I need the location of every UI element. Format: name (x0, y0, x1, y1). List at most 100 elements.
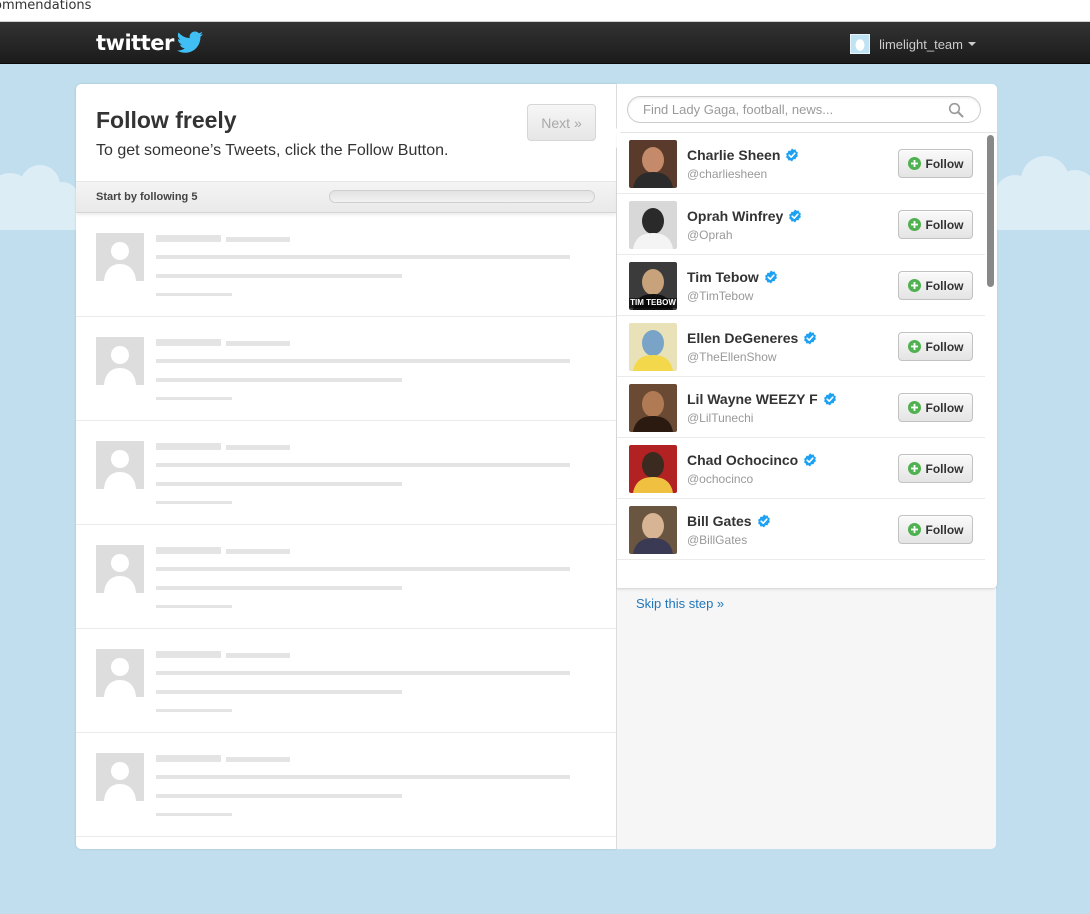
placeholder-text-bar (156, 567, 570, 571)
verified-badge-icon (764, 270, 777, 284)
placeholder-name-bar (156, 755, 221, 762)
account-name: limelight_team (879, 36, 963, 52)
user-handle: @LilTunechi (687, 411, 754, 425)
follow-button[interactable]: Follow (898, 332, 973, 361)
verified-badge-icon (789, 209, 802, 223)
placeholder-name-bar (156, 547, 221, 554)
follow-button[interactable]: Follow (898, 149, 973, 178)
user-suggestion-row: Bill Gates @BillGates Follow (617, 499, 985, 560)
user-name[interactable]: Charlie Sheen (687, 147, 799, 163)
follow-label: Follow (925, 400, 964, 415)
progress-label: Start by following 5 (96, 191, 198, 203)
placeholder-text-bar (156, 463, 570, 467)
placeholder-meta-bar (156, 501, 232, 504)
twitter-logo[interactable]: twitter (96, 29, 204, 57)
plus-icon (907, 523, 921, 536)
user-avatar[interactable] (629, 201, 677, 249)
plus-icon (907, 462, 921, 475)
suggestions-panel: Charlie Sheen@charliesheenFollowOprah Wi… (616, 84, 997, 849)
plus-icon (907, 401, 921, 414)
placeholder-text-bar (156, 482, 402, 486)
user-name-text: Oprah Winfrey (687, 208, 784, 224)
plus-icon (907, 218, 921, 231)
user-avatar[interactable]: TIM TEBOW (629, 262, 677, 310)
user-name[interactable]: Chad Ochocinco (687, 452, 817, 468)
user-avatar[interactable] (629, 384, 677, 432)
follow-label: Follow (925, 339, 964, 354)
placeholder-handle-bar (226, 445, 290, 450)
user-name[interactable]: Tim Tebow (687, 269, 778, 285)
user-handle: @Oprah (687, 228, 733, 242)
user-avatar[interactable] (629, 140, 677, 188)
user-name-text: Tim Tebow (687, 269, 759, 285)
skip-step-link[interactable]: Skip this step » (636, 596, 724, 611)
search-icon[interactable] (948, 102, 964, 118)
user-suggestion-row: Oprah Winfrey @Oprah Follow (617, 194, 985, 255)
user-avatar[interactable] (629, 323, 677, 371)
user-name-text: Bill Gates (687, 513, 752, 529)
follow-button[interactable]: Follow (898, 515, 973, 544)
scrollbar[interactable] (986, 133, 995, 589)
placeholder-name-bar (156, 235, 221, 242)
account-avatar (850, 34, 871, 54)
follow-button[interactable]: Follow (898, 210, 973, 239)
placeholder-name-bar (156, 651, 221, 658)
placeholder-text-bar (156, 274, 402, 278)
default-avatar-icon (96, 753, 144, 801)
placeholder-meta-bar (156, 397, 232, 400)
user-name-text: Lil Wayne WEEZY F (687, 391, 818, 407)
follow-button[interactable]: Follow (898, 393, 973, 422)
verified-badge-icon (804, 453, 817, 467)
follow-button[interactable]: Follow (898, 454, 973, 483)
placeholder-row (76, 525, 616, 629)
user-name[interactable]: Lil Wayne WEEZY F (687, 391, 837, 407)
placeholder-handle-bar (226, 341, 290, 346)
placeholder-name-bar (156, 443, 221, 450)
browser-tab-title: ommendations (0, 0, 92, 13)
user-name[interactable]: Bill Gates (687, 513, 771, 529)
egg-icon (855, 38, 865, 51)
placeholder-text-bar (156, 586, 402, 590)
user-suggestion-row: Lil Wayne WEEZY F @LilTunechi Follow (617, 377, 985, 438)
placeholder-meta-bar (156, 293, 232, 296)
placeholder-text-bar (156, 690, 402, 694)
default-avatar-icon (96, 337, 144, 385)
placeholder-text-bar (156, 794, 402, 798)
follow-label: Follow (925, 522, 964, 537)
follow-freely-panel: Follow freely To get someone’s Tweets, c… (76, 84, 616, 849)
panel-header: Follow freely To get someone’s Tweets, c… (76, 84, 616, 182)
user-avatar[interactable] (629, 445, 677, 493)
next-button[interactable]: Next » (527, 104, 596, 141)
user-name[interactable]: Oprah Winfrey (687, 208, 802, 224)
placeholder-row (76, 421, 616, 525)
search-area (617, 84, 997, 133)
user-name-text: Charlie Sheen (687, 147, 781, 163)
plus-icon (907, 279, 921, 292)
user-name[interactable]: Ellen DeGeneres (687, 330, 817, 346)
account-menu[interactable]: limelight_team (850, 33, 976, 55)
user-name-text: Chad Ochocinco (687, 452, 799, 468)
user-handle: @charliesheen (687, 167, 768, 181)
placeholder-text-bar (156, 775, 570, 779)
follow-button[interactable]: Follow (898, 271, 973, 300)
user-suggestion-row: Charlie Sheen @charliesheen Follow (617, 133, 985, 194)
placeholder-text-bar (156, 671, 570, 675)
default-avatar-icon (96, 233, 144, 281)
placeholder-text-bar (156, 378, 402, 382)
follow-label: Follow (925, 217, 964, 232)
verified-badge-icon (786, 148, 799, 162)
placeholder-row (76, 733, 616, 837)
follow-label: Follow (925, 156, 964, 171)
placeholder-handle-bar (226, 757, 290, 762)
top-navigation-bar: twitter limelight_team (0, 22, 1090, 64)
search-input[interactable] (627, 96, 981, 123)
user-avatar[interactable] (629, 506, 677, 554)
scrollbar-thumb[interactable] (987, 135, 994, 287)
browser-tab-strip: ommendations (0, 0, 1090, 22)
default-avatar-icon (96, 545, 144, 593)
placeholder-meta-bar (156, 605, 232, 608)
placeholder-row (76, 317, 616, 421)
user-handle: @TimTebow (687, 289, 754, 303)
verified-badge-icon (823, 392, 836, 406)
caret-down-icon (968, 42, 976, 46)
